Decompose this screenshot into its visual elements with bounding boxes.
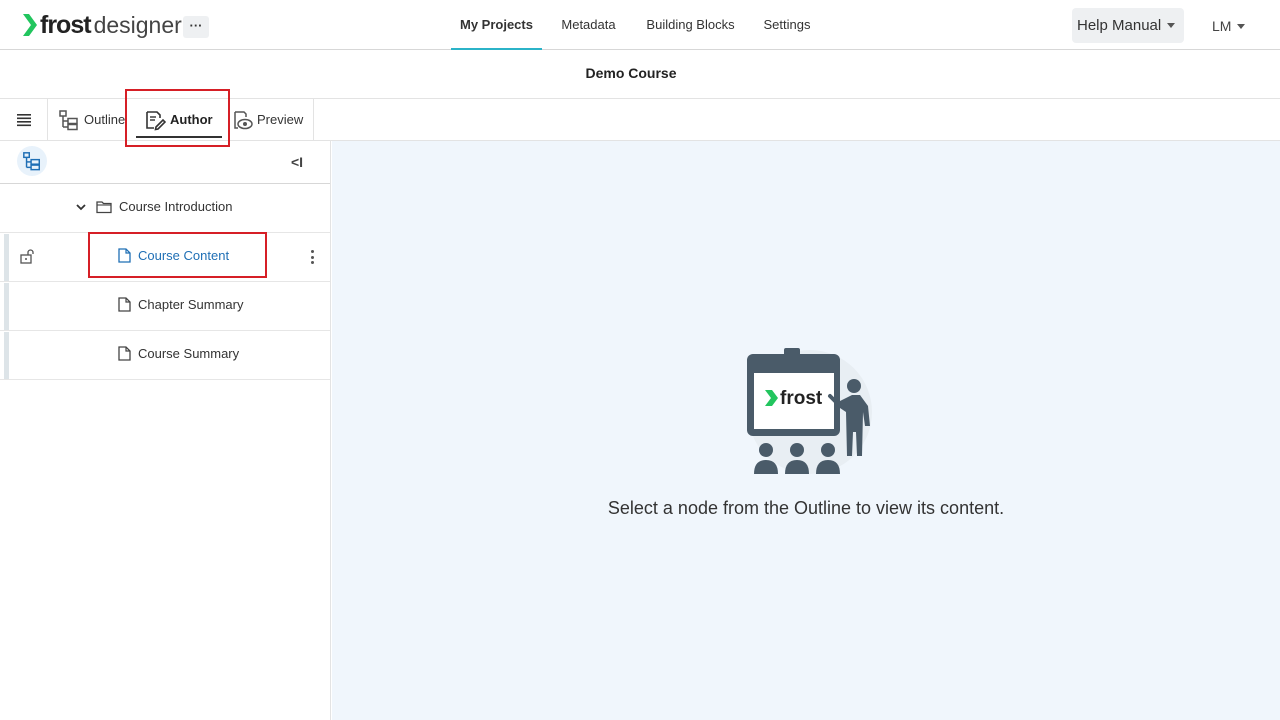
unlock-icon[interactable] bbox=[19, 248, 35, 264]
preview-eye-icon bbox=[234, 110, 253, 129]
tab-outline[interactable]: Outline bbox=[58, 99, 128, 140]
editor-toolbar: Outline Author Preview bbox=[0, 99, 1280, 141]
sidebar-header: <I bbox=[0, 141, 330, 184]
author-edit-icon bbox=[146, 110, 166, 131]
user-initials: LM bbox=[1212, 18, 1232, 34]
tab-preview[interactable]: Preview bbox=[231, 99, 311, 140]
tree-node-label: Course Summary bbox=[138, 346, 240, 361]
help-manual-label: Help Manual bbox=[1077, 17, 1162, 34]
tree-row-course-content[interactable]: Course Content bbox=[0, 233, 330, 282]
tree-row-course-introduction[interactable]: Course Introduction bbox=[0, 184, 330, 233]
nav-tab-settings[interactable]: Settings bbox=[758, 0, 816, 50]
collapse-sidebar-button[interactable]: <I bbox=[291, 154, 303, 170]
tab-author[interactable]: Author bbox=[136, 99, 222, 140]
frost-designer-logo[interactable]: frost designer bbox=[22, 11, 182, 39]
tab-preview-label: Preview bbox=[257, 112, 304, 127]
user-menu-dropdown[interactable]: LM bbox=[1212, 16, 1246, 36]
course-title: Demo Course bbox=[585, 65, 677, 81]
node-options-kebab-icon[interactable] bbox=[305, 248, 319, 266]
presentation-illustration-icon: frost bbox=[747, 348, 872, 474]
top-navigation-bar: frost designer ··· My Projects Metadata … bbox=[0, 0, 1280, 50]
folder-icon bbox=[96, 200, 112, 213]
tree-node-course-summary[interactable]: Course Summary bbox=[118, 346, 239, 361]
page-icon bbox=[118, 346, 131, 361]
caret-down-icon bbox=[1237, 23, 1246, 29]
tree-row-chapter-summary[interactable]: Chapter Summary bbox=[0, 282, 330, 331]
help-manual-dropdown[interactable]: Help Manual bbox=[1072, 8, 1184, 43]
logo-designer-text: designer bbox=[93, 12, 182, 38]
hamburger-menu-button[interactable] bbox=[0, 99, 48, 140]
tree-row-indicator bbox=[4, 283, 9, 330]
tree-row-course-summary[interactable]: Course Summary bbox=[0, 331, 330, 380]
toolbar-divider bbox=[313, 99, 314, 140]
empty-state-message: Select a node from the Outline to view i… bbox=[607, 498, 1005, 518]
more-options-button[interactable]: ··· bbox=[183, 16, 209, 38]
chevron-down-icon[interactable] bbox=[75, 201, 87, 213]
outline-tree-icon bbox=[23, 152, 40, 171]
caret-down-icon bbox=[1167, 23, 1176, 28]
outline-tree-icon bbox=[59, 109, 78, 130]
tree-node-label: Course Content bbox=[138, 248, 230, 263]
tab-author-label: Author bbox=[170, 112, 213, 127]
tree-row-indicator bbox=[4, 234, 9, 281]
tree-node-course-content[interactable]: Course Content bbox=[118, 248, 229, 263]
logo-frost-text: frost bbox=[40, 11, 92, 39]
hamburger-icon bbox=[16, 113, 31, 126]
outline-sidebar: <I Course Introduction Course Content Ch… bbox=[0, 141, 331, 720]
content-panel: frost Select a node from the Outline to … bbox=[332, 141, 1280, 720]
tab-outline-label: Outline bbox=[84, 112, 126, 127]
tree-node-chapter-summary[interactable]: Chapter Summary bbox=[118, 297, 243, 312]
tree-node-label: Chapter Summary bbox=[138, 297, 244, 312]
page-icon bbox=[118, 297, 131, 312]
logo-chevron-icon bbox=[23, 14, 37, 36]
page-icon bbox=[118, 248, 131, 263]
nav-tab-building-blocks[interactable]: Building Blocks bbox=[641, 0, 740, 50]
tree-row-indicator bbox=[4, 332, 9, 379]
nav-tab-my-projects[interactable]: My Projects bbox=[451, 0, 542, 50]
illustration-brand-text: frost bbox=[780, 388, 823, 409]
active-tab-indicator bbox=[136, 136, 222, 138]
outline-view-toggle[interactable] bbox=[17, 146, 47, 176]
nav-tab-metadata[interactable]: Metadata bbox=[556, 0, 621, 50]
tree-node-course-introduction[interactable]: Course Introduction bbox=[75, 199, 232, 214]
tree-node-label: Course Introduction bbox=[119, 199, 233, 214]
course-title-bar: Demo Course bbox=[0, 50, 1280, 99]
